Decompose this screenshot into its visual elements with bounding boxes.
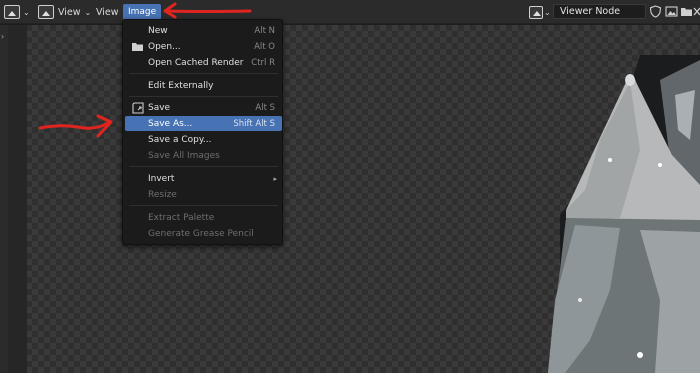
menu-item-new[interactable]: New Alt N xyxy=(125,23,282,38)
save-icon xyxy=(132,101,144,114)
menu-item-label: New xyxy=(148,25,168,36)
ice-tip xyxy=(625,74,635,86)
menu-separator xyxy=(129,166,278,167)
menu-item-shortcut: Alt O xyxy=(254,41,275,52)
menu-item-shortcut: Shift Alt S xyxy=(233,118,275,129)
image-menu-dropdown: New Alt N Open... Alt O Open Cached Rend… xyxy=(122,19,283,245)
ice-sparkle xyxy=(637,352,643,358)
menu-item-label: Edit Externally xyxy=(148,80,214,91)
folder-icon xyxy=(132,42,143,51)
menu-item-extract-palette[interactable]: Extract Palette xyxy=(125,210,282,225)
ice-sparkle xyxy=(578,298,582,302)
ice-sparkle xyxy=(658,163,662,167)
menu-item-label: Open... xyxy=(148,41,181,52)
menu-item-open[interactable]: Open... Alt O xyxy=(125,39,282,54)
menu-item-label: Save xyxy=(148,102,171,113)
menu-item-edit-externally[interactable]: Edit Externally xyxy=(125,78,282,93)
menu-item-shortcut: Alt N xyxy=(254,25,275,36)
menu-item-resize[interactable]: Resize xyxy=(125,187,282,202)
submenu-arrow-icon: ▸ xyxy=(273,174,277,183)
menu-item-label: Save As... xyxy=(148,118,193,129)
menu-item-save-as[interactable]: Save As... Shift Alt S xyxy=(125,116,282,131)
menu-item-open-cached-render[interactable]: Open Cached Render Ctrl R xyxy=(125,55,282,70)
menu-separator xyxy=(129,205,278,206)
menu-item-save[interactable]: Save Alt S xyxy=(125,100,282,115)
menu-item-shortcut: Alt S xyxy=(255,102,275,113)
menu-separator xyxy=(129,96,278,97)
menu-item-label: Open Cached Render xyxy=(148,57,244,68)
menu-item-label: Extract Palette xyxy=(148,212,215,223)
menu-separator xyxy=(129,73,278,74)
menu-item-invert[interactable]: Invert ▸ xyxy=(125,171,282,186)
ice-sparkle xyxy=(608,158,612,162)
menu-item-label: Save All Images xyxy=(148,150,220,161)
menu-item-label: Invert xyxy=(148,173,175,184)
menu-item-label: Save a Copy... xyxy=(148,134,212,145)
menu-item-save-a-copy[interactable]: Save a Copy... xyxy=(125,132,282,147)
rendered-image xyxy=(548,55,700,373)
menu-item-generate-grease-pencil[interactable]: Generate Grease Pencil xyxy=(125,226,282,241)
menu-item-label: Generate Grease Pencil xyxy=(148,228,254,239)
menu-item-save-all-images[interactable]: Save All Images xyxy=(125,148,282,163)
menu-item-shortcut: Ctrl R xyxy=(251,57,275,68)
menu-item-label: Resize xyxy=(148,189,177,200)
